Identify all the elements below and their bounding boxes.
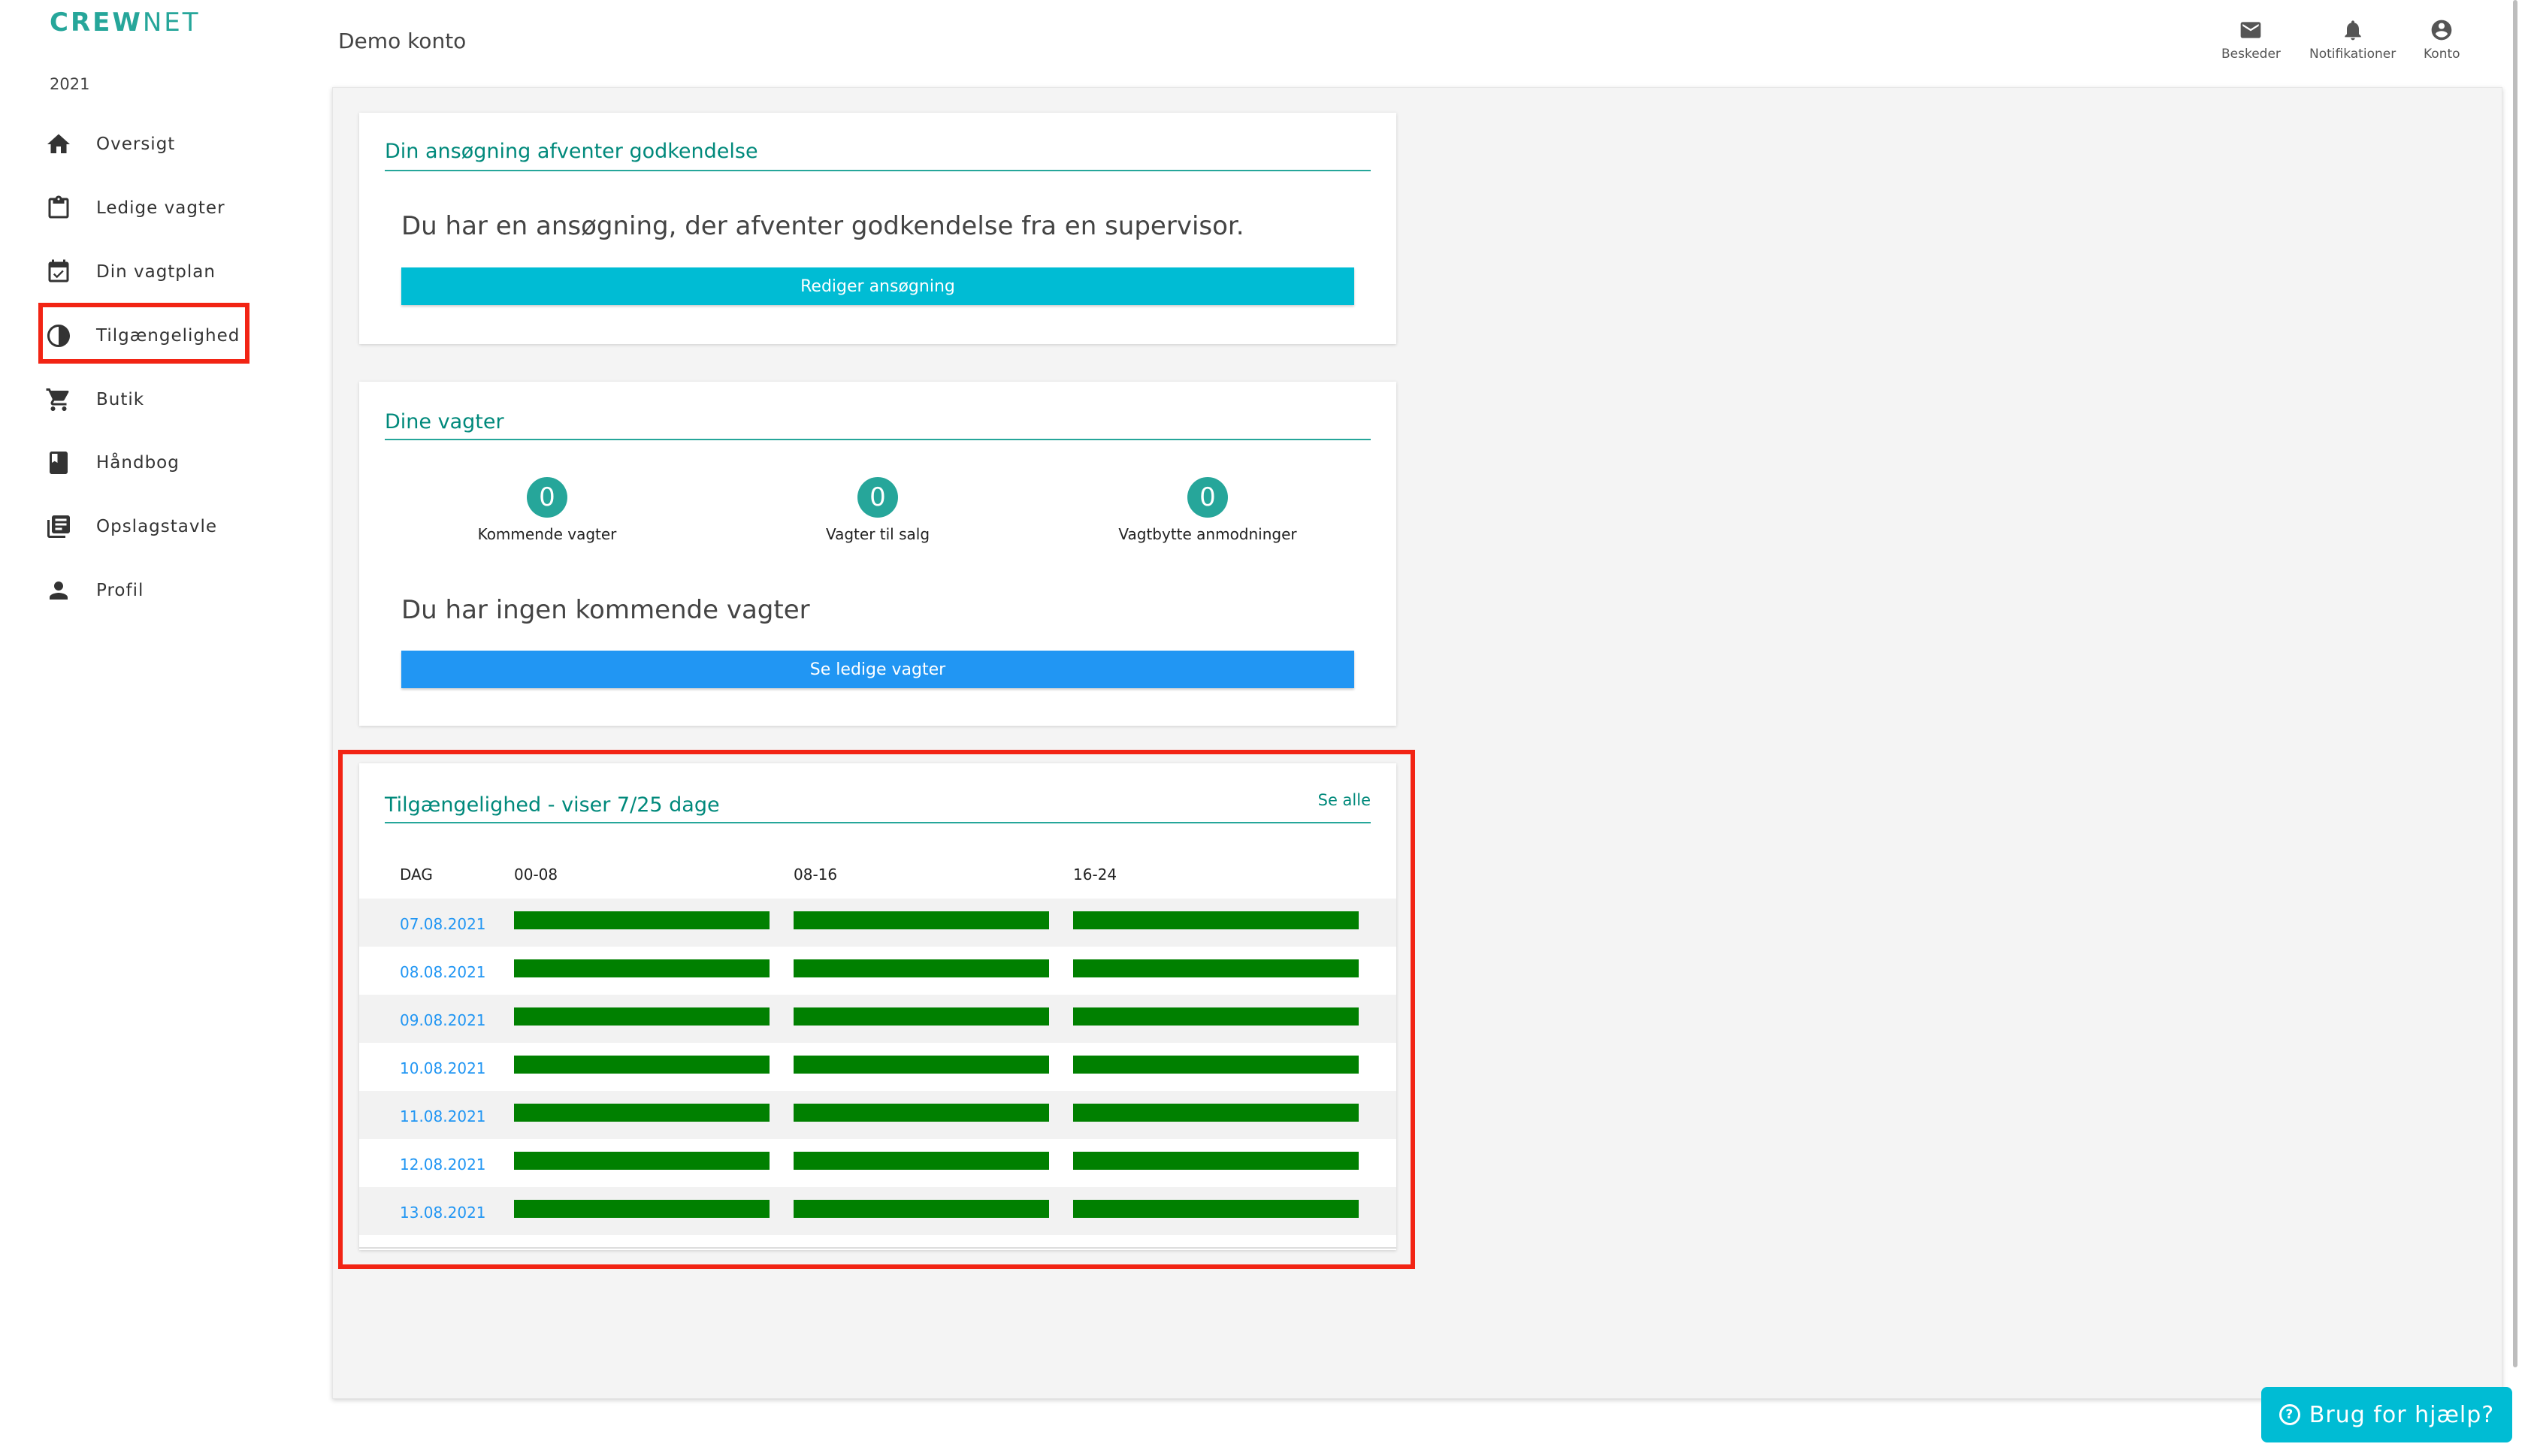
- see-available-shifts-button[interactable]: Se ledige vagter: [401, 651, 1354, 688]
- sidebar-item-din-vagtplan[interactable]: Din vagtplan: [44, 248, 216, 296]
- highlight-box-availability: [338, 750, 1415, 1269]
- sidebar-item-label: Håndbog: [96, 453, 180, 473]
- stat-count-badge: 0: [857, 477, 898, 518]
- application-message: Du har en ansøgning, der afventer godken…: [401, 211, 1244, 241]
- sidebar-item-label: Oversigt: [96, 134, 176, 154]
- sidebar-item-haandbog[interactable]: Håndbog: [44, 439, 180, 487]
- shopping-cart-icon: [44, 385, 74, 415]
- card-divider: [385, 170, 1371, 171]
- help-circle-icon: ?: [2279, 1404, 2300, 1425]
- notifications-button[interactable]: Notifikationer: [2309, 18, 2396, 62]
- edit-application-button[interactable]: Rediger ansøgning: [401, 267, 1354, 305]
- home-icon: [44, 129, 74, 159]
- messages-button[interactable]: Beskeder: [2221, 18, 2281, 62]
- sidebar-item-label: Ledige vagter: [96, 198, 225, 218]
- sidebar-item-oversigt[interactable]: Oversigt: [44, 120, 175, 168]
- calendar-check-icon: [44, 257, 74, 287]
- sidebar-item-label: Opslagstavle: [96, 517, 218, 536]
- stat-label: Vagtbytte anmodninger: [1118, 525, 1297, 543]
- scrollbar-thumb[interactable]: [2513, 0, 2517, 1367]
- year-label: 2021: [50, 75, 90, 93]
- clipboard-icon: [44, 193, 74, 223]
- shifts-card-title: Dine vagter: [385, 410, 504, 433]
- shift-swap-requests-stat[interactable]: 0 Vagtbytte anmodninger: [1095, 477, 1320, 543]
- app-logo[interactable]: CREWNET: [50, 8, 201, 38]
- notifications-label: Notifikationer: [2309, 47, 2396, 62]
- sidebar-item-label: Din vagtplan: [96, 262, 216, 282]
- mail-icon: [2241, 22, 2261, 38]
- sidebar-item-ledige-vagter[interactable]: Ledige vagter: [44, 184, 225, 232]
- sidebar-item-label: Butik: [96, 390, 145, 409]
- stat-label: Kommende vagter: [477, 525, 617, 543]
- sidebar-item-label: Profil: [96, 581, 144, 600]
- shifts-for-sale-stat[interactable]: 0 Vagter til salg: [765, 477, 990, 543]
- highlight-box-sidebar: [38, 303, 249, 364]
- stat-label: Vagter til salg: [825, 525, 930, 543]
- account-title: Demo konto: [338, 29, 467, 53]
- account-circle-icon: [2431, 20, 2452, 41]
- upcoming-shifts-stat[interactable]: 0 Kommende vagter: [434, 477, 660, 543]
- sidebar-item-profil[interactable]: Profil: [44, 566, 144, 615]
- stat-count-badge: 0: [1187, 477, 1228, 518]
- sidebar: CREWNET 2021 Oversigt Ledige vagter Din …: [0, 0, 316, 1456]
- sidebar-item-butik[interactable]: Butik: [44, 376, 144, 424]
- application-card: Din ansøgning afventer godkendelse Du ha…: [359, 113, 1396, 344]
- shifts-card: Dine vagter 0 Kommende vagter 0 Vagter t…: [359, 382, 1396, 726]
- card-divider: [385, 439, 1371, 440]
- book-icon: [44, 448, 74, 478]
- messages-label: Beskeder: [2221, 47, 2281, 62]
- sidebar-item-opslagstavle[interactable]: Opslagstavle: [44, 503, 217, 551]
- no-upcoming-shifts-message: Du har ingen kommende vagter: [401, 595, 810, 625]
- person-icon: [44, 575, 74, 606]
- help-button-label: Brug for hjælp?: [2309, 1401, 2495, 1428]
- newspaper-icon: [44, 512, 74, 542]
- help-button[interactable]: ? Brug for hjælp?: [2261, 1387, 2512, 1442]
- application-card-title: Din ansøgning afventer godkendelse: [385, 140, 758, 163]
- bell-icon: [2344, 20, 2361, 41]
- stat-count-badge: 0: [527, 477, 567, 518]
- account-label: Konto: [2424, 47, 2460, 62]
- account-button[interactable]: Konto: [2424, 18, 2460, 62]
